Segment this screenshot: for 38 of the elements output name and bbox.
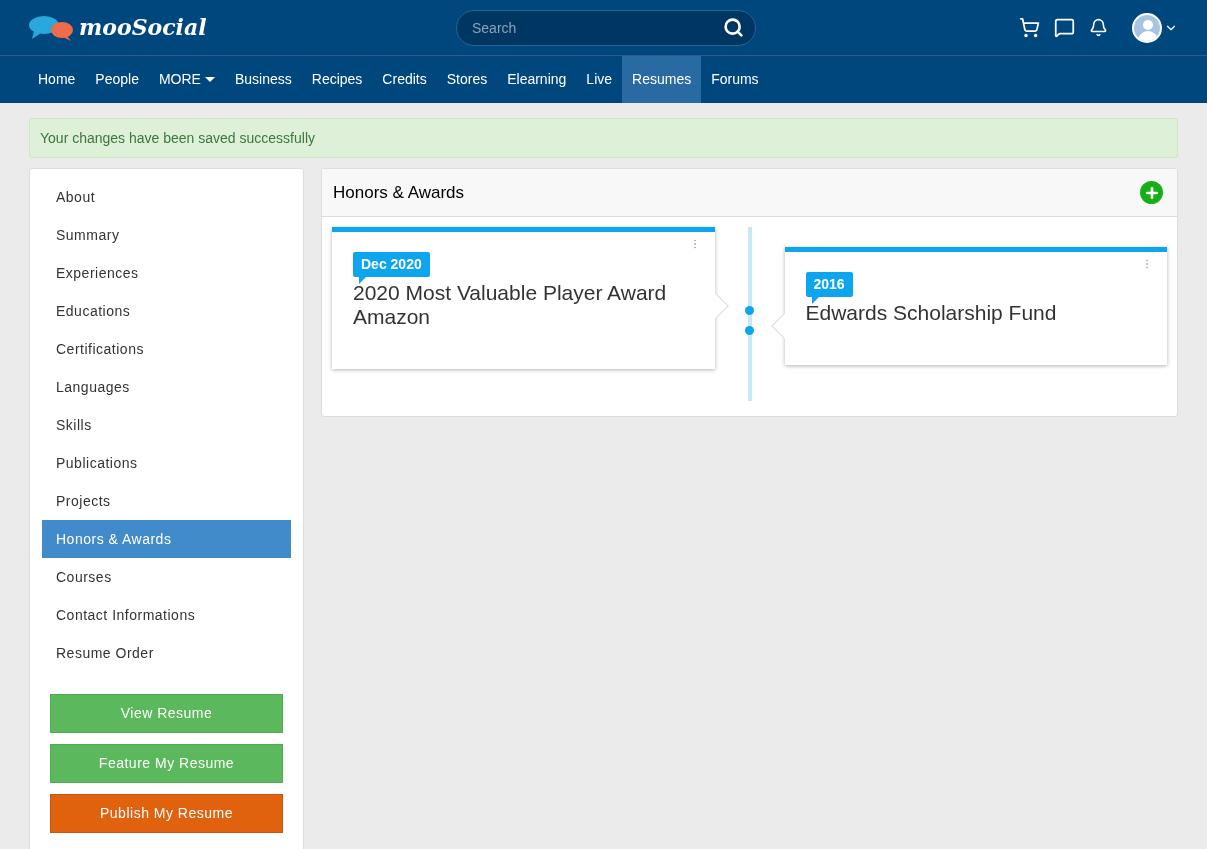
resume-button[interactable]: Publish My Resume (50, 794, 283, 833)
sidebar-item[interactable]: About (42, 178, 291, 216)
sidebar-item[interactable]: Languages (42, 368, 291, 406)
search-field[interactable]: Search (456, 9, 756, 46)
sidebar-item[interactable]: Contact Informations (42, 596, 291, 634)
sidebar-item[interactable]: Educations (42, 292, 291, 330)
nav-link[interactable]: Business (224, 56, 302, 103)
sidebar-item[interactable]: Experiences (42, 254, 291, 292)
nav-link[interactable]: MORE (148, 56, 225, 103)
sidebar-item[interactable]: Summary (42, 216, 291, 254)
nav-link[interactable]: Forums (701, 56, 769, 103)
search-icon[interactable] (723, 16, 744, 38)
sidebar-item[interactable]: Honors & Awards (42, 520, 291, 558)
cart-icon[interactable] (1019, 17, 1040, 38)
sidebar-item[interactable]: Skills (42, 406, 291, 444)
sidebar-item[interactable]: Certifications (42, 330, 291, 368)
nav-link[interactable]: Home (28, 56, 86, 103)
sidebar-item[interactable]: Publications (42, 444, 291, 482)
nav-link[interactable]: Live (576, 56, 623, 103)
logo-text[interactable]: mooSocial (79, 11, 207, 44)
nav-link[interactable]: People (85, 56, 149, 103)
chat-bubbles-logo-icon (29, 14, 75, 41)
sidebar-item[interactable]: Resume Order (42, 634, 291, 672)
sidebar-item[interactable]: Courses (42, 558, 291, 596)
nav-link[interactable]: Stores (436, 56, 498, 103)
sidebar-item[interactable]: Projects (42, 482, 291, 520)
chat-icon[interactable] (1054, 17, 1075, 38)
nav-link[interactable]: Resumes (622, 56, 702, 103)
panel-title: Honors & Awards (333, 181, 465, 204)
success-alert: Your changes have been saved successfully (29, 118, 1178, 158)
award-title: Edwards Scholarship Fund (805, 301, 1058, 325)
nav-link[interactable]: Elearning (497, 56, 577, 103)
nav-link[interactable]: Recipes (301, 56, 373, 103)
nav-link[interactable]: Credits (372, 56, 437, 103)
award-title: 2020 Most Valuable Player Award Amazon (353, 281, 668, 329)
notification-icon[interactable] (1089, 18, 1108, 37)
add-icon[interactable] (1140, 181, 1163, 204)
avatar-icon[interactable] (1132, 12, 1162, 43)
